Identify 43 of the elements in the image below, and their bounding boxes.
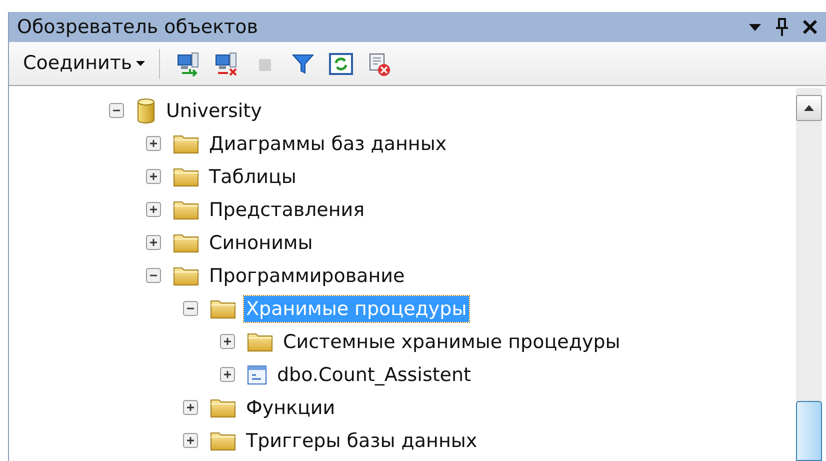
folder-icon — [210, 430, 236, 450]
tree-item[interactable]: dbo.Count_Assistent — [275, 362, 473, 388]
scrollbar[interactable] — [796, 88, 822, 461]
expand-toggle-icon[interactable] — [183, 433, 198, 448]
folder-icon — [210, 398, 236, 418]
expand-toggle-icon[interactable] — [183, 400, 198, 415]
close-icon[interactable] — [802, 19, 818, 35]
tree-item[interactable]: Триггеры базы данных — [244, 428, 480, 454]
tree-item[interactable]: Программирование — [207, 262, 407, 288]
folder-icon — [173, 200, 199, 220]
expand-toggle-icon[interactable] — [146, 202, 161, 217]
collapse-toggle-icon[interactable] — [109, 103, 124, 118]
expand-toggle-icon[interactable] — [146, 136, 161, 151]
folder-icon — [173, 266, 199, 286]
caret-icon — [136, 60, 146, 66]
collapse-toggle-icon[interactable] — [146, 268, 161, 283]
scroll-up-button[interactable] — [796, 95, 822, 121]
folder-icon — [173, 232, 199, 252]
folder-icon — [173, 134, 199, 154]
collapse-toggle-icon[interactable] — [183, 301, 198, 316]
tree-item[interactable]: Представления — [207, 196, 367, 222]
tree-item[interactable]: Таблицы — [207, 164, 298, 190]
up-arrow-icon — [804, 105, 814, 111]
tree-item[interactable]: University — [164, 98, 264, 124]
expand-toggle-icon[interactable] — [220, 367, 235, 382]
tree-item[interactable]: Системные хранимые процедуры — [281, 328, 622, 354]
expand-toggle-icon[interactable] — [220, 334, 235, 349]
pin-icon[interactable] — [774, 17, 790, 37]
refresh-icon[interactable] — [328, 50, 354, 76]
expand-toggle-icon[interactable] — [146, 235, 161, 250]
tree-item[interactable]: Синонимы — [207, 230, 315, 256]
expand-toggle-icon[interactable] — [146, 169, 161, 184]
folder-icon — [210, 298, 236, 318]
dropdown-icon[interactable] — [748, 22, 762, 32]
tree-item[interactable]: Функции — [244, 394, 338, 420]
connect-button[interactable]: Соединить — [23, 49, 148, 78]
database-icon — [136, 98, 156, 124]
folder-icon — [247, 332, 273, 352]
folder-icon — [173, 166, 199, 186]
scroll-thumb[interactable] — [796, 401, 822, 461]
window-title: Обозреватель объектов — [17, 14, 258, 40]
procedure-icon — [247, 364, 267, 384]
tree-item[interactable]: Диаграммы баз данных — [207, 130, 449, 156]
